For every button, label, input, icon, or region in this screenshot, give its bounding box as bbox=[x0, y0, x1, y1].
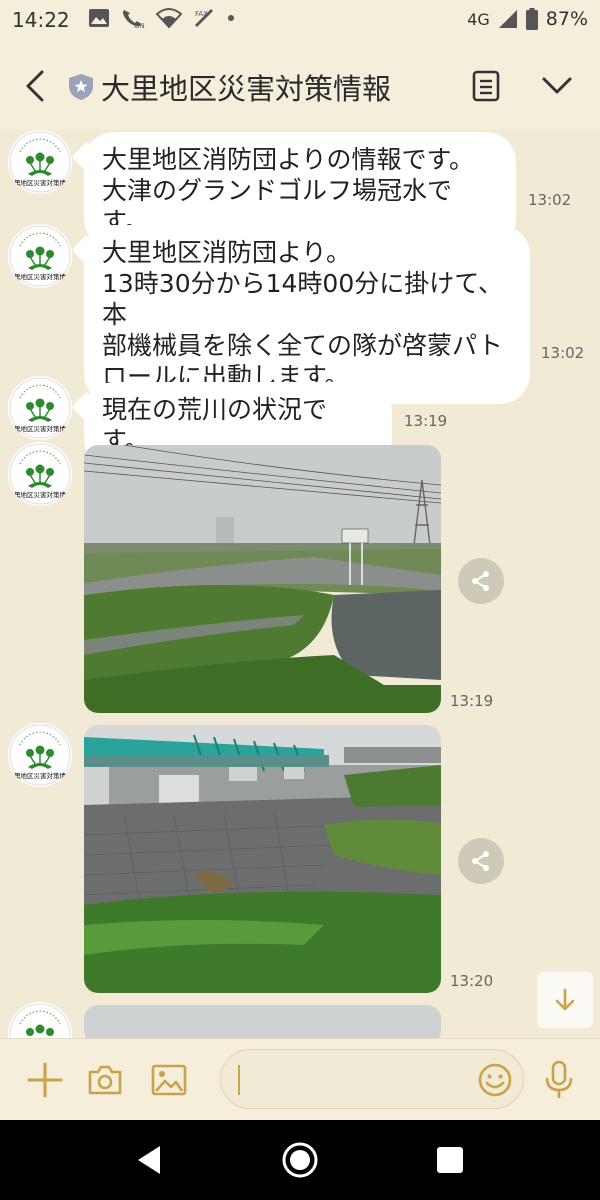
camera-icon[interactable] bbox=[86, 1061, 124, 1099]
image-icon bbox=[89, 9, 109, 27]
arrow-down-icon bbox=[555, 988, 575, 1011]
nav-recent-icon[interactable] bbox=[437, 1147, 463, 1173]
shield-star-icon bbox=[69, 74, 93, 100]
share-icon[interactable] bbox=[458, 558, 504, 604]
message-time: 13:19 bbox=[450, 692, 494, 710]
bridge-photo[interactable] bbox=[84, 725, 441, 993]
battery-icon bbox=[525, 8, 538, 30]
message-time: 13:02 bbox=[528, 191, 572, 209]
avatar[interactable]: 大里地区災害対策情報 bbox=[8, 723, 72, 787]
status-bar: 14:22 ON FAX 4G 87% bbox=[0, 0, 600, 40]
message-time: 13:20 bbox=[450, 972, 494, 990]
svg-text:FAX: FAX bbox=[195, 10, 208, 18]
message-list[interactable]: 大里地区災害対策情報 大里地区消防団よりの情報です。 大津のグランドゴルフ場冠水… bbox=[0, 130, 600, 1038]
scroll-to-bottom-button[interactable] bbox=[537, 972, 593, 1028]
chat-header: 大里地区災害対策情報 bbox=[0, 40, 600, 130]
avatar[interactable]: 大里地区災害対策情報 bbox=[8, 224, 72, 288]
chevron-left-icon[interactable] bbox=[18, 66, 54, 106]
nav-back-icon[interactable] bbox=[134, 1142, 164, 1178]
bridge-photo-image bbox=[84, 725, 441, 993]
wifi-calling-icon: ON bbox=[123, 10, 145, 30]
svg-text:大里地区災害対策情報: 大里地区災害対策情報 bbox=[8, 178, 72, 187]
network-label: 4G bbox=[467, 9, 490, 29]
signal-icon bbox=[498, 10, 517, 28]
emoji-icon[interactable] bbox=[476, 1061, 514, 1099]
partial-photo[interactable] bbox=[84, 1005, 441, 1038]
svg-text:大里地区災害対策情報: 大里地区災害対策情報 bbox=[8, 424, 72, 433]
message-input-bar bbox=[0, 1038, 600, 1120]
chevron-down-icon[interactable] bbox=[538, 70, 576, 100]
message-text: 大里地区消防団より。 13時30分から14時00分に掛けて、本 部機械員を除く全… bbox=[102, 238, 503, 391]
nav-home-icon[interactable] bbox=[280, 1140, 320, 1180]
plus-icon[interactable] bbox=[26, 1061, 64, 1099]
svg-text:大里地区災害対策情報: 大里地区災害対策情報 bbox=[8, 272, 72, 281]
river-photo-image bbox=[84, 445, 441, 713]
message-time: 13:02 bbox=[541, 344, 585, 362]
status-time: 14:22 bbox=[12, 8, 70, 32]
wifi-icon bbox=[156, 8, 182, 29]
battery-label: 87% bbox=[545, 8, 588, 30]
svg-text:大里地区災害対策情報: 大里地区災害対策情報 bbox=[8, 490, 72, 499]
message-text: 大里地区消防団よりの情報です。 大津のグランドゴルフ場冠水です。 bbox=[102, 145, 475, 236]
note-icon[interactable] bbox=[470, 68, 502, 104]
text-cursor bbox=[238, 1065, 240, 1095]
dot-icon bbox=[228, 15, 234, 21]
svg-text:大里地区災害対策情報: 大里地区災害対策情報 bbox=[8, 771, 72, 780]
fax-icon: FAX bbox=[195, 9, 213, 27]
avatar[interactable]: 大里地区災害対策情報 bbox=[8, 130, 72, 194]
image-icon[interactable] bbox=[150, 1061, 188, 1099]
svg-text:ON: ON bbox=[134, 22, 145, 30]
river-photo[interactable] bbox=[84, 445, 441, 713]
message-bubble[interactable]: 大里地区消防団より。 13時30分から14時00分に掛けて、本 部機械員を除く全… bbox=[84, 225, 530, 404]
avatar[interactable]: 大里地区災害対策情報 bbox=[8, 376, 72, 440]
share-icon[interactable] bbox=[458, 838, 504, 884]
chat-title: 大里地区災害対策情報 bbox=[101, 72, 392, 106]
system-nav-bar bbox=[0, 1120, 600, 1200]
avatar[interactable]: 大里地区災害対策情報 bbox=[8, 442, 72, 506]
avatar[interactable] bbox=[8, 1002, 72, 1038]
message-time: 13:19 bbox=[404, 412, 448, 430]
mic-icon[interactable] bbox=[540, 1059, 578, 1101]
